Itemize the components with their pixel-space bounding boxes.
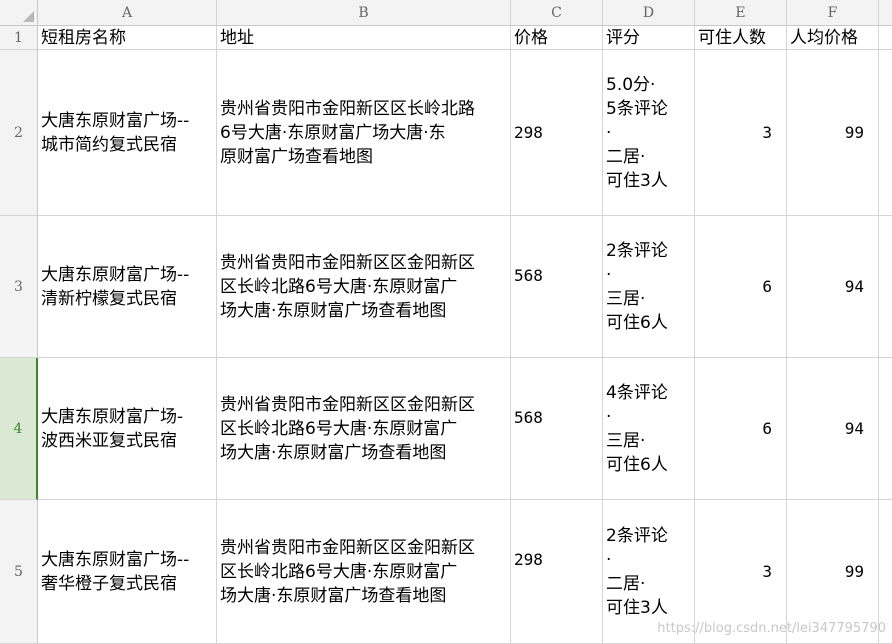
cell-b3[interactable]: 贵州省贵阳市金阳新区区金阳新区 区长岭北路6号大唐·东原财富广 场大唐·东原财富… (217, 216, 511, 358)
cell-d2[interactable]: 5.0分· 5条评论 · 二居· 可住3人 (603, 50, 695, 216)
cell-f1[interactable]: 人均价格 (787, 26, 879, 50)
cell-b2[interactable]: 贵州省贵阳市金阳新区区长岭北路 6号大唐·东原财富广场大唐·东 原财富广场查看地… (217, 50, 511, 216)
cell-g1[interactable] (879, 26, 892, 50)
cell-a5[interactable]: 大唐东原财富广场-- 奢华橙子复式民宿 (38, 500, 217, 644)
cell-a1[interactable]: 短租房名称 (38, 26, 217, 50)
column-header-g[interactable] (879, 0, 892, 26)
cell-a2[interactable]: 大唐东原财富广场-- 城市简约复式民宿 (38, 50, 217, 216)
row-header-4[interactable]: 4 (0, 358, 38, 500)
cell-f3[interactable]: 94 (787, 216, 879, 358)
column-header-a[interactable]: A (38, 0, 217, 26)
column-header-d[interactable]: D (603, 0, 695, 26)
cell-d3[interactable]: 2条评论 · 三居· 可住6人 (603, 216, 695, 358)
cell-f4[interactable]: 94 (787, 358, 879, 500)
column-header-b[interactable]: B (217, 0, 511, 26)
row-header-1[interactable]: 1 (0, 26, 38, 50)
cell-b1[interactable]: 地址 (217, 26, 511, 50)
cell-g3[interactable] (879, 216, 892, 358)
cell-e3[interactable]: 6 (695, 216, 787, 358)
cell-d4[interactable]: 4条评论 · 三居· 可住6人 (603, 358, 695, 500)
column-header-c[interactable]: C (511, 0, 603, 26)
row-header-2[interactable]: 2 (0, 50, 38, 216)
spreadsheet-grid[interactable]: A B C D E F 1 2 3 4 5 短租房名称 地址 价格 评分 可住人… (0, 0, 892, 644)
cell-f2[interactable]: 99 (787, 50, 879, 216)
cell-g4[interactable] (879, 358, 892, 500)
cell-g2[interactable] (879, 50, 892, 216)
cell-c2[interactable]: 298 (511, 50, 603, 216)
select-all-triangle-icon (23, 11, 34, 22)
cell-e2[interactable]: 3 (695, 50, 787, 216)
watermark-url: https://blog.csdn.net/lei347795790 (657, 621, 886, 636)
row-header-3[interactable]: 3 (0, 216, 38, 358)
cell-a4[interactable]: 大唐东原财富广场- 波西米亚复式民宿 (38, 358, 217, 500)
column-header-f[interactable]: F (787, 0, 879, 26)
cell-b4[interactable]: 贵州省贵阳市金阳新区区金阳新区 区长岭北路6号大唐·东原财富广 场大唐·东原财富… (217, 358, 511, 500)
cell-c4[interactable]: 568 (511, 358, 603, 500)
select-all-corner[interactable] (0, 0, 38, 26)
cell-e4[interactable]: 6 (695, 358, 787, 500)
cell-c1[interactable]: 价格 (511, 26, 603, 50)
cell-c5[interactable]: 298 (511, 500, 603, 644)
cell-a3[interactable]: 大唐东原财富广场-- 清新柠檬复式民宿 (38, 216, 217, 358)
cell-d1[interactable]: 评分 (603, 26, 695, 50)
cell-e1[interactable]: 可住人数 (695, 26, 787, 50)
cell-c3[interactable]: 568 (511, 216, 603, 358)
cell-b5[interactable]: 贵州省贵阳市金阳新区区金阳新区 区长岭北路6号大唐·东原财富广 场大唐·东原财富… (217, 500, 511, 644)
column-header-e[interactable]: E (695, 0, 787, 26)
row-header-5[interactable]: 5 (0, 500, 38, 644)
